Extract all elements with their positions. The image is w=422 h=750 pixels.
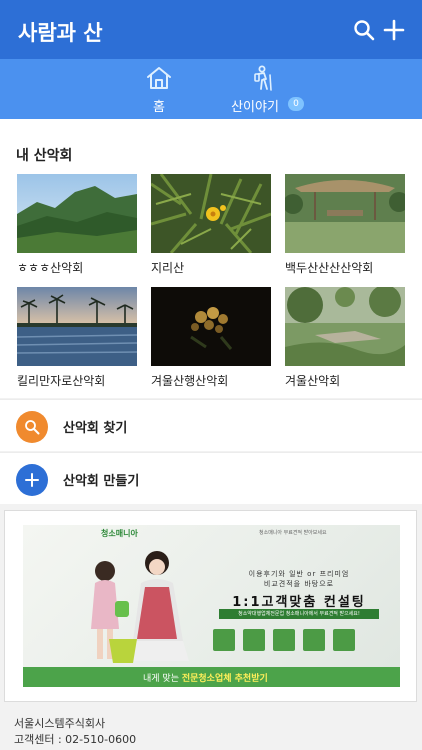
ad-feature-tile	[213, 629, 235, 651]
club-name: 겨울산악회	[285, 374, 341, 388]
footer: 서울시스템주식회사 고객센터 : 02-510-0600	[14, 716, 136, 748]
ad-people-illustration	[91, 551, 189, 663]
ad-feature-tile	[273, 629, 295, 651]
tab-bar: 홈 산이야기 0	[0, 59, 422, 177]
ad-feature-tile	[243, 629, 265, 651]
ad-headline: 1:1고객맞춤 컨설팅	[232, 595, 366, 610]
club-name: ㅎㅎㅎ산악회	[17, 261, 84, 275]
section-title: 내 산악회	[16, 148, 73, 164]
club-thumbnail	[151, 174, 271, 253]
ad-feature-tile	[333, 629, 355, 651]
club-card[interactable]: 백두산산산산악회	[285, 174, 405, 275]
club-thumbnail	[17, 174, 137, 253]
ad-subtext: 청소약대행업체전문업 청소매니아에서 무료견적 받으세요!	[219, 609, 379, 619]
ad-cta[interactable]: 내게 맞는 전문청소업체 추천받기	[143, 671, 268, 684]
club-name: 킬리만자로산악회	[17, 374, 106, 388]
plus-icon[interactable]	[382, 18, 406, 42]
club-thumbnail	[17, 287, 137, 366]
find-club-row[interactable]: 산악회 찾기	[0, 399, 422, 451]
ad-line1: 이용후기와 일반 or 프리미엄	[248, 570, 350, 578]
club-thumbnail	[285, 174, 405, 253]
club-name: 지리산	[151, 261, 185, 275]
club-card[interactable]: ㅎㅎㅎ산악회	[17, 174, 137, 275]
tab-story[interactable]: 산이야기 0	[211, 59, 315, 119]
club-card[interactable]: 킬리만자로산악회	[17, 287, 137, 388]
plus-icon	[25, 473, 39, 487]
find-club-icon-circle	[16, 411, 48, 443]
search-icon[interactable]	[352, 18, 376, 42]
create-club-label: 산악회 만들기	[63, 474, 140, 489]
ad-banner-frame: 청소매니아 청소매니아 무료견적 받아보세요 이용후기와 일반 or 프리미엄 …	[4, 510, 417, 702]
create-club-icon-circle	[16, 464, 48, 496]
club-name: 겨울산행산악회	[151, 374, 229, 388]
app-header: 사람과 산	[0, 0, 422, 59]
ad-cta-prefix: 내게 맞는	[143, 674, 182, 684]
ad-banner[interactable]: 청소매니아 청소매니아 무료견적 받아보세요 이용후기와 일반 or 프리미엄 …	[23, 525, 400, 687]
search-icon	[25, 420, 40, 435]
club-card[interactable]: 지리산	[151, 174, 271, 275]
story-count-badge: 0	[288, 97, 304, 111]
find-club-label: 산악회 찾기	[63, 421, 128, 436]
club-thumbnail	[151, 287, 271, 366]
footer-support: 고객센터 : 02-510-0600	[14, 733, 137, 746]
app-title: 사람과 산	[18, 21, 103, 45]
tab-home[interactable]: 홈	[107, 59, 211, 119]
footer-company: 서울시스템주식회사	[14, 717, 106, 730]
hiker-icon	[254, 65, 272, 91]
club-name: 백두산산산산악회	[285, 261, 374, 275]
club-thumbnail	[285, 287, 405, 366]
ad-feature-tile	[303, 629, 325, 651]
club-card[interactable]: 겨울산악회	[285, 287, 405, 388]
home-icon	[147, 67, 171, 89]
ad-top-note: 청소매니아 무료견적 받아보세요	[259, 530, 327, 536]
tab-home-label: 홈	[153, 100, 165, 115]
ad-cta-emphasis: 전문청소업체 추천받기	[181, 674, 268, 684]
ad-brand-logo: 청소매니아	[101, 529, 138, 538]
club-card[interactable]: 겨울산행산악회	[151, 287, 271, 388]
my-clubs-section: 내 산악회 ㅎㅎㅎ산악회 지리산 백두산산산산악회 킬리만자로산악회 겨울산행산…	[0, 119, 422, 398]
ad-line2: 비교견적을 바탕으로	[263, 580, 335, 588]
create-club-row[interactable]: 산악회 만들기	[0, 452, 422, 504]
